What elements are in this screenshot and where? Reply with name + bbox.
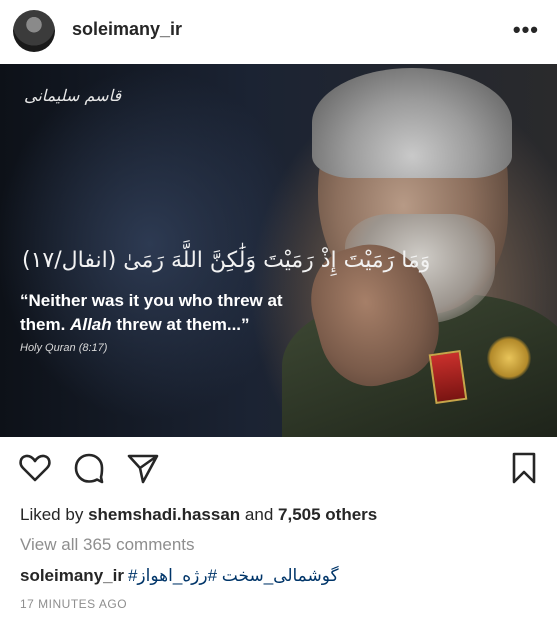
share-icon[interactable] — [126, 451, 160, 485]
quote-line-2-start: them. — [20, 315, 71, 334]
liker-username[interactable]: shemshadi.hassan — [88, 505, 240, 524]
bookmark-icon[interactable] — [507, 451, 541, 485]
uniform-emblem — [487, 336, 531, 380]
post-image[interactable]: قاسم سلیمانی وَمَا رَمَيْتَ إِذْ رَمَيْت… — [0, 64, 557, 437]
quote-line-1: “Neither was it you who threw at — [20, 291, 283, 310]
avatar[interactable] — [13, 10, 55, 52]
post-caption: soleimany_ir #گوشمالی_سخت #رژه_اهواز — [20, 566, 339, 586]
comment-icon[interactable] — [72, 451, 106, 485]
post-timestamp: 17 MINUTES AGO — [20, 597, 128, 611]
action-bar — [0, 437, 557, 499]
quote-source: Holy Quran (8:17) — [20, 342, 108, 354]
post-header: soleimany_ir ••• — [0, 0, 557, 64]
view-comments-link[interactable]: View all 365 comments — [20, 535, 195, 555]
heart-icon[interactable] — [18, 451, 52, 485]
likes-prefix: Liked by — [20, 505, 84, 524]
caption-username[interactable]: soleimany_ir — [20, 566, 124, 585]
portrait-hair — [312, 68, 512, 178]
quote-allah: Allah — [70, 315, 112, 334]
likes-others[interactable]: 7,505 others — [278, 505, 377, 524]
likes-summary[interactable]: Liked by shemshadi.hassan and 7,505 othe… — [20, 505, 377, 525]
arabic-verse: وَمَا رَمَيْتَ إِذْ رَمَيْتَ وَلَٰكِنَّ … — [22, 248, 431, 273]
uniform-badge — [428, 350, 468, 404]
signature-logo: قاسم سلیمانی — [24, 86, 122, 105]
post-username[interactable]: soleimany_ir — [72, 19, 182, 40]
caption-hashtags[interactable]: #گوشمالی_سخت #رژه_اهواز — [128, 566, 339, 585]
quote-line-2-end: threw at them...” — [111, 315, 250, 334]
likes-middle: and — [244, 505, 274, 524]
quote-line-2: them. Allah threw at them...” — [20, 315, 250, 335]
more-options-icon[interactable]: ••• — [513, 17, 539, 43]
